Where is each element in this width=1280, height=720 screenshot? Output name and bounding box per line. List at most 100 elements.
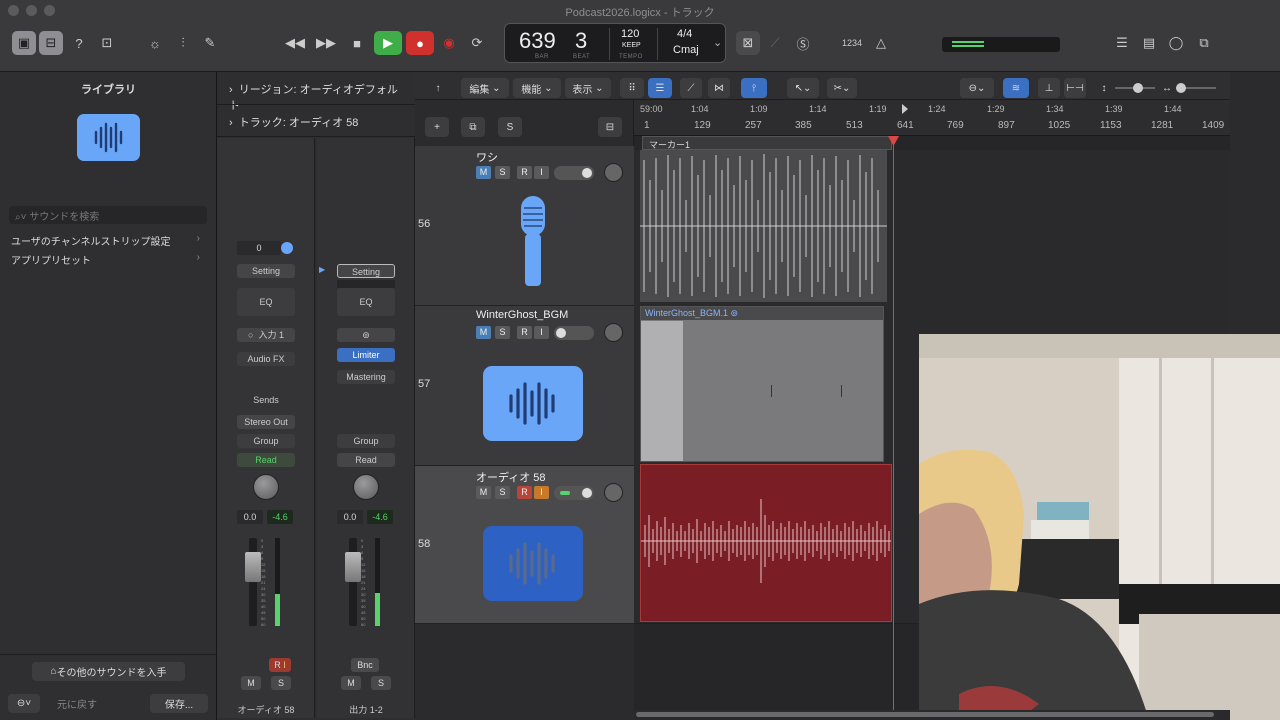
toolbar-toggle-icon[interactable]: ⊡ bbox=[96, 31, 118, 55]
audio-fx-slot[interactable]: Audio FX bbox=[237, 352, 295, 366]
up-arrow-icon[interactable]: ↑ bbox=[427, 78, 449, 98]
record-enable-button[interactable]: R bbox=[517, 326, 532, 339]
playhead[interactable] bbox=[893, 136, 894, 710]
setting-button[interactable]: Setting bbox=[237, 264, 295, 278]
record-enable-button[interactable]: R I bbox=[269, 658, 291, 672]
horizontal-scrollbar[interactable] bbox=[634, 710, 1230, 720]
loop-browser-icon[interactable]: ◯ bbox=[1165, 31, 1187, 55]
cycle-icon[interactable]: ⟳ bbox=[466, 31, 488, 55]
scrollbar-thumb[interactable] bbox=[636, 712, 1214, 717]
fader-cap[interactable] bbox=[345, 552, 361, 582]
inspector-toggle-icon[interactable]: ⊟ bbox=[39, 31, 63, 55]
metronome-icon[interactable]: △ bbox=[870, 31, 892, 55]
group-button[interactable]: Group bbox=[237, 434, 295, 448]
link-icon[interactable]: ⊚ bbox=[337, 328, 395, 342]
add-track-icon[interactable]: + bbox=[425, 117, 449, 137]
library-item-app-presets[interactable]: アプリプリセット › bbox=[0, 250, 210, 268]
play-button[interactable]: ▶ bbox=[374, 31, 402, 55]
mute-button[interactable]: M bbox=[241, 676, 261, 690]
library-item-user-strips[interactable]: ユーザのチャンネルストリップ設定 › bbox=[0, 231, 210, 249]
save-button[interactable]: 保存... bbox=[150, 694, 208, 713]
gain-field[interactable]: 0 bbox=[237, 241, 281, 255]
pointer-tool-icon[interactable]: ↖⌄ bbox=[787, 78, 819, 98]
horizontal-zoom-slider[interactable] bbox=[1176, 83, 1216, 93]
grid-view-icon[interactable]: ⠿ bbox=[620, 78, 644, 98]
input-monitor-button[interactable]: I bbox=[534, 486, 549, 499]
automation-button[interactable]: Read bbox=[237, 453, 295, 467]
ruler[interactable]: 59:00 1:04 1:09 1:14 1:19 1:24 1:29 1:34… bbox=[634, 100, 1230, 136]
duplicate-track-icon[interactable]: ⧉ bbox=[461, 117, 485, 137]
group-button[interactable]: Group bbox=[337, 434, 395, 448]
region-audio58[interactable] bbox=[640, 464, 892, 622]
pan-knob[interactable] bbox=[253, 474, 279, 500]
fader-cap[interactable] bbox=[245, 552, 261, 582]
lcd-display[interactable]: 639 3 BAR BEAT 120 KEEP TEMPO 4/4 Cmaj ⌄ bbox=[504, 23, 726, 63]
track-on-off-toggle[interactable] bbox=[554, 166, 594, 180]
record-button[interactable]: ● bbox=[406, 31, 434, 55]
limiter-plugin[interactable]: Limiter bbox=[337, 348, 395, 362]
track-name[interactable]: ワシ bbox=[476, 149, 498, 165]
solo-button[interactable]: S bbox=[495, 166, 510, 179]
stop-icon[interactable]: ■ bbox=[345, 31, 369, 55]
mute-button[interactable]: M bbox=[476, 326, 491, 339]
sound-search-input[interactable]: ⌕˅ サウンドを検索 bbox=[9, 206, 207, 224]
solo-button[interactable]: S bbox=[371, 676, 391, 690]
marker[interactable]: マーカー1 bbox=[642, 136, 892, 150]
tuner-icon[interactable]: ⟋ bbox=[763, 31, 787, 55]
vertical-zoom-slider[interactable] bbox=[1115, 83, 1155, 93]
volume-fader[interactable] bbox=[245, 538, 261, 626]
track-name[interactable]: オーディオ 58 bbox=[476, 469, 546, 485]
setting-button[interactable]: Setting bbox=[337, 264, 395, 278]
solo-button[interactable]: S bbox=[495, 326, 510, 339]
input-monitor-button[interactable]: I bbox=[534, 326, 549, 339]
library-options-icon[interactable]: ⊖˅ bbox=[8, 694, 40, 713]
track-on-off-toggle[interactable] bbox=[554, 486, 594, 500]
track-volume-knob[interactable] bbox=[604, 163, 623, 182]
output-button[interactable]: Stereo Out bbox=[237, 415, 295, 429]
mute-button[interactable]: M bbox=[341, 676, 361, 690]
get-more-sounds-button[interactable]: ⌂ その他のサウンドを入手 bbox=[32, 662, 185, 681]
capture-recording-icon[interactable]: ◉ bbox=[438, 31, 460, 55]
bounce-button[interactable]: Bnc bbox=[351, 658, 379, 672]
lcd-dropdown-icon[interactable]: ⌄ bbox=[713, 36, 722, 49]
input-monitor-button[interactable]: I bbox=[534, 166, 549, 179]
mute-button[interactable]: M bbox=[476, 166, 491, 179]
audio-waveform-icon[interactable] bbox=[77, 114, 140, 161]
count-in-button[interactable]: 1234 bbox=[838, 31, 866, 55]
track-volume-knob[interactable] bbox=[604, 323, 623, 342]
region-vocals[interactable] bbox=[640, 150, 887, 302]
mastering-slot[interactable]: Mastering bbox=[337, 370, 395, 384]
fit-horizontal-icon[interactable]: ⊢⊣ bbox=[1064, 78, 1086, 98]
more-options-icon[interactable]: ⊖⌄ bbox=[960, 78, 994, 98]
eq-button[interactable]: EQ bbox=[237, 288, 295, 316]
record-enable-button[interactable]: R bbox=[517, 166, 532, 179]
record-enable-button[interactable]: R bbox=[517, 486, 532, 499]
global-solo-button[interactable]: S bbox=[498, 117, 522, 137]
notepad-icon[interactable]: ▤ bbox=[1138, 31, 1160, 55]
browser-icon[interactable]: ⧉ bbox=[1192, 31, 1216, 55]
flex-icon[interactable]: ⋈ bbox=[708, 78, 730, 98]
fit-vertical-icon[interactable]: ⊥ bbox=[1038, 78, 1060, 98]
automation-button[interactable]: Read bbox=[337, 453, 395, 467]
region-inspector-row[interactable]: › リージョン: オーディオデフォルト bbox=[217, 72, 415, 112]
fast-forward-icon[interactable]: ▶▶ bbox=[314, 31, 338, 55]
replace-icon[interactable]: ⊠ bbox=[736, 31, 760, 55]
region-bgm[interactable]: WinterGhost_BGM.1 ⊚ bbox=[640, 306, 884, 462]
solo-button[interactable]: S bbox=[495, 486, 510, 499]
input-button[interactable]: ○ 入力 1 bbox=[237, 328, 295, 342]
library-toggle-icon[interactable]: ▣ bbox=[12, 31, 36, 55]
view-menu[interactable]: 表示 ⌄ bbox=[565, 78, 611, 98]
track-volume-knob[interactable] bbox=[604, 483, 623, 502]
editors-icon[interactable]: ✎ bbox=[199, 31, 221, 55]
scissors-tool-icon[interactable]: ✂⌄ bbox=[827, 78, 857, 98]
track-name[interactable]: WinterGhost_BGM bbox=[476, 309, 568, 321]
automation-icon[interactable]: ⟋ bbox=[680, 78, 702, 98]
balance-knob[interactable] bbox=[353, 474, 379, 500]
volume-fader[interactable] bbox=[345, 538, 361, 626]
gain-knob[interactable] bbox=[281, 242, 293, 254]
track-inspector-row[interactable]: › トラック: オーディオ 58 bbox=[217, 104, 415, 136]
sends-slot[interactable]: Sends bbox=[237, 393, 295, 407]
solo-mode-icon[interactable]: Ⓢ bbox=[791, 31, 815, 55]
function-menu[interactable]: 機能 ⌄ bbox=[513, 78, 561, 98]
list-view-icon[interactable]: ☰ bbox=[648, 78, 672, 98]
